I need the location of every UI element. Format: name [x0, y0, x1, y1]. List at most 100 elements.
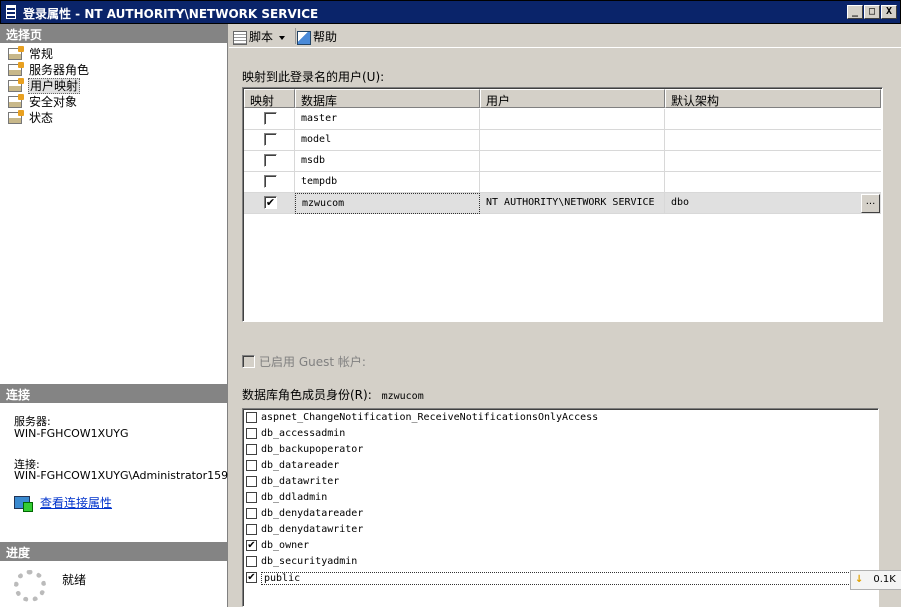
- role-checkbox[interactable]: [246, 508, 257, 519]
- page-icon: [8, 93, 24, 108]
- connection-heading: 连接: [0, 384, 228, 403]
- schema-browse-button[interactable]: ...: [861, 194, 880, 213]
- user-cell[interactable]: [480, 109, 665, 130]
- user-cell[interactable]: [480, 151, 665, 172]
- guest-account-row: 已启用 Guest 帐户:: [242, 353, 366, 370]
- toolbar: 脚本 帮助: [229, 24, 901, 48]
- database-role-list[interactable]: aspnet_ChangeNotification_ReceiveNotific…: [242, 408, 879, 607]
- mapped-checkbox[interactable]: [264, 133, 277, 146]
- page-icon: [8, 77, 24, 92]
- left-panel: 选择页 常规 服务器角色 用户映射 安全对象 状态 连接 服务器: WIN-FG…: [0, 24, 228, 607]
- mapping-section-label: 映射到此登录名的用户(U):: [242, 70, 385, 84]
- database-cell: mzwucom: [295, 193, 480, 214]
- mapped-checkbox[interactable]: [264, 175, 277, 188]
- script-icon: [233, 30, 247, 45]
- minimize-button[interactable]: _: [847, 5, 863, 19]
- sidebar-item-label: 服务器角色: [29, 63, 90, 77]
- column-header-mapped[interactable]: 映射: [244, 89, 295, 108]
- role-checkbox[interactable]: [246, 460, 257, 471]
- guest-account-label: 已启用 Guest 帐户:: [259, 355, 366, 369]
- database-cell: tempdb: [295, 172, 480, 193]
- role-checkbox[interactable]: [246, 428, 257, 439]
- sidebar-item-general[interactable]: 常规: [8, 45, 54, 61]
- window-title: 登录属性 - NT AUTHORITY\NETWORK SERVICE: [23, 7, 319, 21]
- help-button[interactable]: 帮助: [297, 28, 337, 45]
- script-label: 脚本: [249, 30, 274, 44]
- schema-cell[interactable]: [665, 151, 881, 172]
- role-checkbox[interactable]: [246, 556, 257, 567]
- role-name: db_accessadmin: [261, 428, 346, 439]
- guest-account-checkbox: [242, 355, 255, 368]
- role-name: db_datareader: [261, 460, 340, 471]
- column-header-database[interactable]: 数据库: [295, 89, 480, 108]
- view-connection-properties-text: 查看连接属性: [40, 496, 113, 510]
- sidebar-item-user-mapping[interactable]: 用户映射: [8, 77, 81, 94]
- user-cell[interactable]: [480, 172, 665, 193]
- role-checkbox[interactable]: [246, 476, 257, 487]
- column-header-user[interactable]: 用户: [480, 89, 665, 108]
- role-checkbox[interactable]: [246, 492, 257, 503]
- progress-status: 就绪: [62, 573, 87, 587]
- role-name: public: [261, 572, 873, 585]
- sidebar-item-status[interactable]: 状态: [8, 109, 54, 125]
- connection-value: WIN-FGHCOW1XUYG\Administrator159: [14, 469, 229, 482]
- schema-cell[interactable]: [665, 130, 881, 151]
- table-row[interactable]: tempdb: [244, 172, 881, 193]
- download-badge-text: 0.1K: [873, 574, 896, 585]
- mapped-checkbox[interactable]: ✔: [264, 196, 277, 209]
- server-value: WIN-FGHCOW1XUYG: [14, 427, 129, 440]
- role-name: db_backupoperator: [261, 444, 364, 455]
- main-panel: 脚本 帮助 映射到此登录名的用户(U): 映射 数据库 用户 默认架构 mast…: [229, 24, 901, 607]
- sidebar-item-label: 常规: [29, 47, 54, 61]
- table-row-selected[interactable]: ✔ mzwucom NT AUTHORITY\NETWORK SERVICE d…: [244, 193, 881, 214]
- progress-heading: 进度: [0, 542, 228, 561]
- title-bar: 登录属性 - NT AUTHORITY\NETWORK SERVICE _ □ …: [0, 0, 901, 24]
- help-label: 帮助: [313, 30, 338, 44]
- window-icon: [6, 5, 16, 19]
- role-checkbox[interactable]: [246, 444, 257, 455]
- role-checkbox[interactable]: ✔: [246, 572, 257, 583]
- sidebar-item-label: 安全对象: [29, 95, 78, 109]
- roles-section-label-row: 数据库角色成员身份(R): mzwucom: [242, 386, 424, 403]
- sidebar-item-label: 状态: [29, 111, 54, 125]
- role-checkbox[interactable]: [246, 412, 257, 423]
- role-name: db_denydatareader: [261, 508, 364, 519]
- role-checkbox[interactable]: [246, 524, 257, 535]
- list-item[interactable]: ✔ public: [245, 570, 875, 586]
- page-icon: [8, 109, 24, 124]
- role-checkbox[interactable]: ✔: [246, 540, 257, 551]
- database-cell: msdb: [295, 151, 480, 172]
- connection-properties-icon: [14, 496, 33, 512]
- database-cell: master: [295, 109, 480, 130]
- view-connection-properties-link[interactable]: 查看连接属性: [14, 494, 113, 512]
- sidebar-item-label: 用户映射: [28, 78, 81, 94]
- sidebar-item-server-roles[interactable]: 服务器角色: [8, 61, 90, 77]
- progress-spinner-icon: [14, 570, 46, 602]
- user-mapping-grid[interactable]: 映射 数据库 用户 默认架构 master model msdb tempdb: [242, 87, 883, 322]
- sidebar-item-securables[interactable]: 安全对象: [8, 93, 78, 109]
- schema-cell[interactable]: [665, 172, 881, 193]
- table-row[interactable]: master: [244, 109, 881, 130]
- column-header-schema[interactable]: 默认架构: [665, 89, 881, 108]
- script-button[interactable]: 脚本: [233, 28, 286, 45]
- roles-database-name: mzwucom: [381, 391, 424, 402]
- role-name: aspnet_ChangeNotification_ReceiveNotific…: [261, 412, 599, 423]
- download-badge[interactable]: ↓ 0.1K: [850, 570, 901, 590]
- roles-section-label: 数据库角色成员身份(R):: [242, 388, 372, 402]
- database-cell: model: [295, 130, 480, 151]
- mapped-checkbox[interactable]: [264, 112, 277, 125]
- user-cell[interactable]: [480, 130, 665, 151]
- mapped-checkbox[interactable]: [264, 154, 277, 167]
- schema-cell[interactable]: [665, 109, 881, 130]
- close-button[interactable]: X: [881, 5, 897, 19]
- select-page-heading: 选择页: [0, 24, 228, 43]
- user-cell[interactable]: NT AUTHORITY\NETWORK SERVICE: [480, 193, 665, 214]
- table-row[interactable]: model: [244, 130, 881, 151]
- role-name: db_ddladmin: [261, 492, 328, 503]
- page-icon: [8, 45, 24, 60]
- table-row[interactable]: msdb: [244, 151, 881, 172]
- maximize-button[interactable]: □: [864, 5, 880, 19]
- role-name: db_denydatawriter: [261, 524, 364, 535]
- schema-cell[interactable]: dbo: [665, 193, 881, 214]
- role-name: db_owner: [261, 540, 310, 551]
